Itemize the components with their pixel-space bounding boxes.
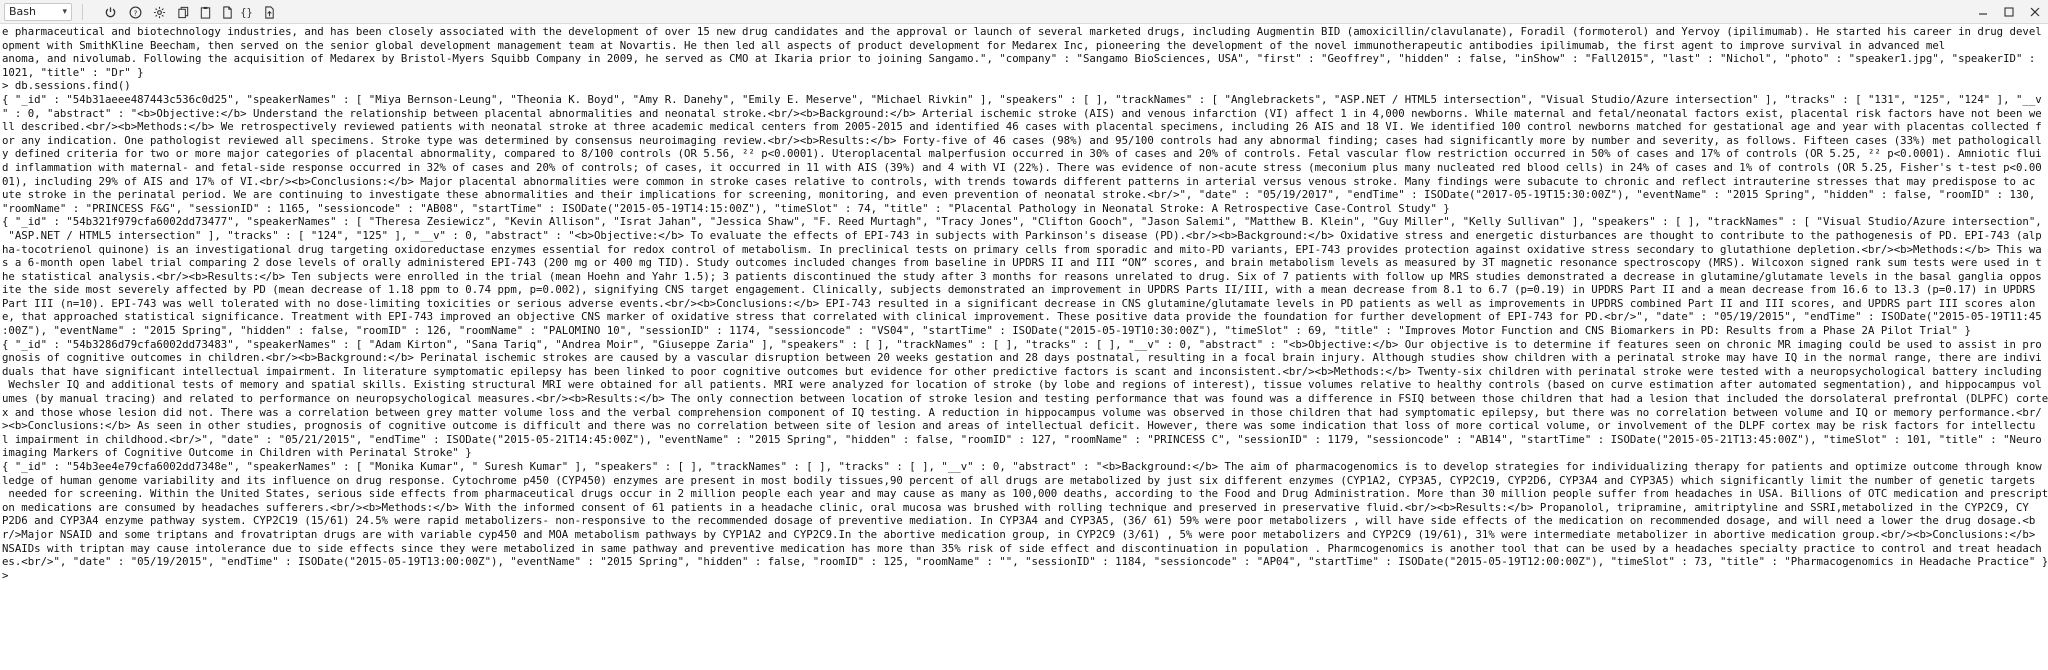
terminal-line: { "_id" : "54b3286d79cfa6002dd73483", "s… (2, 337, 2042, 351)
terminal-line: "roomName" : "PRINCESS F&G", "sessionID"… (2, 201, 1450, 215)
terminal-line: { "_id" : "54b321f979cfa6002dd73477", "s… (2, 215, 2042, 229)
shell-select-value: Bash (9, 5, 36, 18)
terminal-line: Part III (n=10). EPI-743 was well tolera… (2, 296, 2036, 310)
svg-text:{}: {} (240, 8, 252, 19)
terminal-line: gnosis of cognitive outcomes in children… (2, 351, 2042, 365)
paste-icon[interactable] (196, 3, 214, 21)
settings-icon[interactable] (150, 3, 168, 21)
braces-icon[interactable]: {} (237, 3, 255, 21)
terminal-line: s a 6-month open label trial comparing 2… (2, 256, 2042, 270)
terminal-line: > db.sessions.find() (2, 79, 131, 93)
terminal-line: ite the side most severely affected by P… (2, 283, 2036, 297)
terminal-line: " : 0, "abstract" : "<b>Objective:</b> U… (2, 106, 2042, 120)
terminal-line: needed for screening. Within the United … (2, 487, 2048, 501)
terminal-line: x and those whose lesion did not. There … (2, 405, 2042, 419)
terminal-line: anoma, and nivolumab. Following the acqu… (2, 52, 2036, 66)
terminal-line: Wechsler IQ and additional tests of memo… (2, 378, 2042, 392)
terminal-line: e, that approached statistical significa… (2, 310, 2042, 324)
terminal-line: "ASP.NET / HTML5 intersection" ], "track… (2, 228, 2042, 242)
terminal-line: es.<br/>", "date" : "05/19/2015", "endTi… (2, 555, 2048, 569)
power-icon[interactable] (101, 3, 119, 21)
terminal-line: P2D6 and CYP3A4 enzyme pathway system. C… (2, 514, 2036, 528)
window-controls (1970, 0, 2048, 24)
maximize-icon[interactable] (1996, 0, 2022, 24)
terminal-line: e pharmaceutical and biotechnology indus… (2, 25, 2042, 38)
terminal-output[interactable]: e pharmaceutical and biotechnology indus… (0, 24, 2048, 670)
terminal-line: :00Z"), "eventName" : "2015 Spring", "hi… (2, 324, 1971, 338)
terminal-line: duals that have significant intellectual… (2, 364, 2042, 378)
file-icon[interactable] (218, 3, 236, 21)
toolbar-divider (82, 4, 83, 20)
terminal-line: imaging Markers of Cognitive Outcome in … (2, 446, 472, 460)
svg-text:?: ? (133, 8, 137, 17)
terminal-line: ute stroke in the perinatal period. We a… (2, 188, 2036, 202)
terminal-lines: e pharmaceutical and biotechnology indus… (2, 25, 2048, 582)
terminal-line: or any indication. One pathologist revie… (2, 133, 2042, 147)
terminal-line: ha-tocotrienol quinone) is an investigat… (2, 242, 2042, 256)
terminal-line: l impairment in childhood.<br/>", "date"… (2, 432, 2042, 446)
terminal-line: he statistical analysis.<br/><b>Results:… (2, 269, 2042, 283)
shell-select[interactable]: Bash ▾ (4, 3, 72, 21)
chevron-down-icon: ▾ (62, 7, 67, 17)
terminal-line: on medications are consumed by headaches… (2, 500, 2029, 514)
terminal-line: opment with SmithKline Beecham, then ser… (2, 38, 1946, 52)
terminal-line: NSAIDs with triptan may cause intoleranc… (2, 541, 2042, 555)
terminal-line: umes (by manual tracing) and related to … (2, 392, 2048, 406)
terminal-line: y defined criteria for two or more major… (2, 147, 2042, 161)
close-icon[interactable] (2022, 0, 2048, 24)
help-icon[interactable]: ? (126, 3, 144, 21)
minimize-icon[interactable] (1970, 0, 1996, 24)
terminal-line: { "_id" : "54b31aeee487443c536c0d25", "s… (2, 92, 2042, 106)
terminal-line: d inflammation with maternal- and fetal-… (2, 160, 2042, 174)
terminal-line: { "_id" : "54b3ee4e79cfa6002dd7348e", "s… (2, 460, 2042, 473)
copy-icon[interactable] (174, 3, 192, 21)
terminal-line: r/>Major NSAID and some triptans and fro… (2, 527, 2036, 541)
terminal-line: ><b>Conclusions:</b> As seen in other st… (2, 419, 2036, 433)
upload-icon[interactable] (260, 3, 278, 21)
terminal-line: 1021, "title" : "Dr" } (2, 65, 144, 79)
terminal-line: 01), including 29% of AIS and 17% of VI.… (2, 174, 2036, 188)
terminal-line: ll described.<br/><b>Methods:</b> We ret… (2, 120, 2042, 134)
terminal-toolbar: Bash ▾ ? {} (0, 0, 2048, 24)
terminal-line: > (2, 568, 9, 582)
terminal-line: ledge of human genome variability and it… (2, 473, 2036, 487)
